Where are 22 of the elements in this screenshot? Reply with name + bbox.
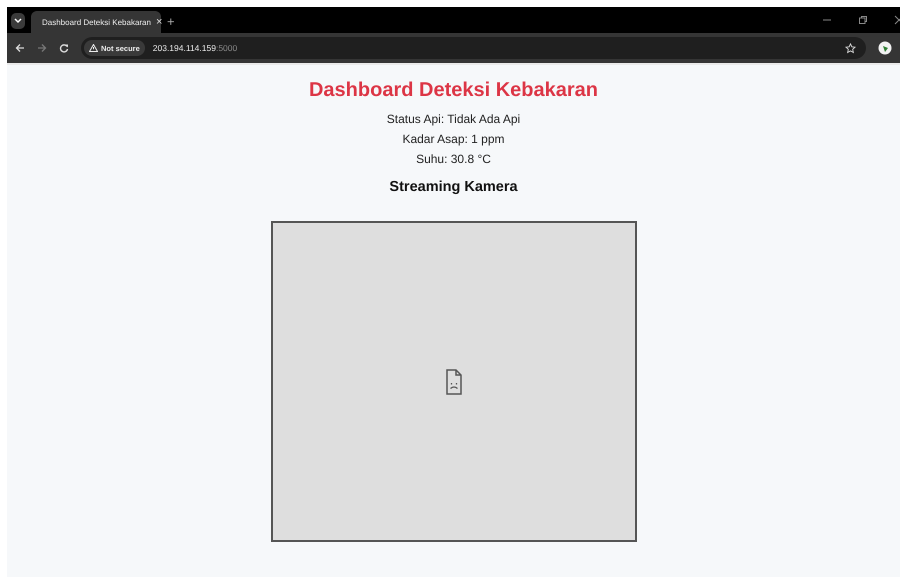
star-icon[interactable]	[845, 42, 856, 54]
tab-close-button[interactable]: ×	[156, 16, 162, 28]
tab-title: Dashboard Deteksi Kebakaran	[42, 18, 151, 26]
browser-tab[interactable]: Dashboard Deteksi Kebakaran ×	[31, 11, 161, 33]
sensor-reading: Kadar Asap: 1 ppm	[402, 132, 505, 147]
restore-icon[interactable]	[858, 15, 868, 25]
back-icon[interactable]	[15, 43, 25, 53]
chevron-icon	[14, 18, 22, 24]
reload-icon[interactable]	[59, 43, 69, 53]
url-host: 203.194.114.159	[152, 43, 216, 53]
close-icon[interactable]	[894, 15, 900, 25]
sensor-reading: Suhu: 30.8 °C	[416, 152, 491, 167]
page-title: Dashboard Deteksi Kebakaran	[308, 79, 598, 102]
profile-avatar-icon[interactable]	[878, 41, 892, 55]
sensor-reading: Status Api: Tidak Ada Api	[386, 112, 520, 127]
forward-icon[interactable]	[37, 43, 47, 53]
url-port: :5000	[216, 43, 238, 53]
tab-menu-button[interactable]	[11, 13, 25, 29]
warning-icon	[89, 44, 98, 52]
section-heading: Streaming Kamera	[389, 179, 518, 195]
broken-image-icon	[446, 368, 462, 394]
new-tab-button[interactable]: +	[167, 14, 175, 29]
